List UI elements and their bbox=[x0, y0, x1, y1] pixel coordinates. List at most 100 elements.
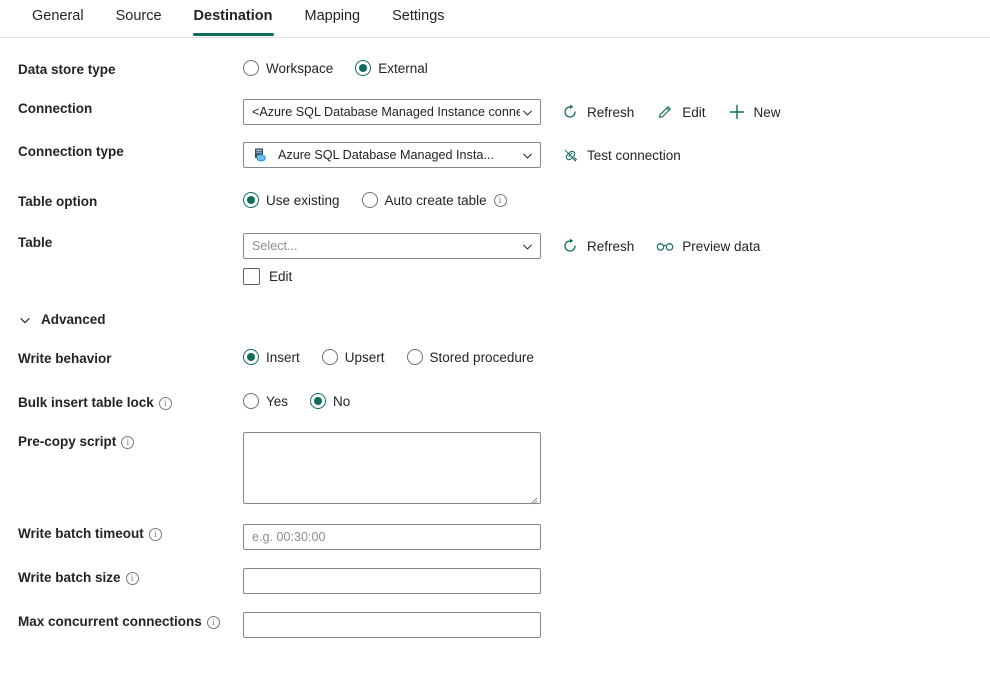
write-batch-size-input[interactable] bbox=[243, 568, 541, 594]
row-pre-copy-script: Pre-copy script bbox=[0, 432, 990, 505]
table-controls: Select... Refresh Preview data Edit bbox=[243, 233, 780, 285]
info-icon[interactable] bbox=[206, 615, 220, 630]
advanced-section-toggle[interactable]: Advanced bbox=[0, 312, 990, 327]
tab-label: Destination bbox=[193, 8, 273, 24]
connection-type-dropdown[interactable]: SQL Azure SQL Database Managed Insta... bbox=[243, 142, 541, 168]
radio-label: External bbox=[378, 60, 428, 76]
row-write-batch-timeout: Write batch timeout e.g. 00:30:00 bbox=[0, 524, 990, 550]
tab-source[interactable]: Source bbox=[100, 0, 178, 36]
destination-settings-page: General Source Destination Mapping Setti… bbox=[0, 0, 990, 673]
row-bulk-insert-table-lock: Bulk insert table lock Yes No bbox=[0, 393, 990, 415]
connection-value: <Azure SQL Database Managed Instance con… bbox=[252, 105, 520, 119]
info-icon[interactable] bbox=[148, 527, 162, 542]
tab-mapping[interactable]: Mapping bbox=[289, 0, 377, 36]
radio-external[interactable]: External bbox=[355, 60, 428, 76]
refresh-icon bbox=[561, 237, 579, 255]
tab-settings[interactable]: Settings bbox=[376, 0, 460, 36]
chevron-down-icon bbox=[520, 105, 534, 119]
advanced-label: Advanced bbox=[41, 312, 106, 327]
table-edit-checkbox-row[interactable]: Edit bbox=[243, 268, 780, 285]
refresh-icon bbox=[561, 103, 579, 121]
table-select-row: Select... Refresh Preview data bbox=[243, 233, 780, 259]
row-data-store-type: Data store type Workspace External bbox=[0, 60, 990, 82]
table-dropdown[interactable]: Select... bbox=[243, 233, 541, 259]
preview-data-button[interactable]: Preview data bbox=[654, 234, 768, 258]
label-text: Bulk insert table lock bbox=[18, 395, 154, 410]
radio-dot bbox=[355, 60, 372, 76]
row-connection: Connection <Azure SQL Database Managed I… bbox=[0, 99, 990, 125]
max-concurrent-connections-input[interactable] bbox=[243, 612, 541, 638]
bulk-insert-table-lock-label: Bulk insert table lock bbox=[0, 393, 243, 413]
chevron-down-icon bbox=[18, 313, 32, 327]
radio-workspace[interactable]: Workspace bbox=[243, 60, 333, 76]
binoculars-icon bbox=[656, 237, 674, 255]
connection-dropdown[interactable]: <Azure SQL Database Managed Instance con… bbox=[243, 99, 541, 125]
test-connection-button[interactable]: Test connection bbox=[559, 143, 689, 167]
write-batch-size-label: Write batch size bbox=[0, 568, 243, 588]
radio-label: Stored procedure bbox=[429, 349, 534, 365]
table-actions: Refresh Preview data bbox=[559, 234, 780, 258]
radio-yes[interactable]: Yes bbox=[243, 393, 288, 409]
radio-auto-create-table[interactable]: Auto create table bbox=[361, 192, 507, 208]
radio-dot bbox=[310, 393, 327, 409]
refresh-table-button[interactable]: Refresh bbox=[559, 234, 642, 258]
command-label: Test connection bbox=[587, 147, 681, 163]
destination-form: Data store type Workspace External Conne… bbox=[0, 38, 990, 638]
radio-label: Use existing bbox=[266, 192, 340, 208]
chevron-down-icon bbox=[520, 239, 534, 253]
info-icon[interactable] bbox=[493, 193, 507, 208]
connection-controls: <Azure SQL Database Managed Instance con… bbox=[243, 99, 801, 125]
write-batch-timeout-input[interactable]: e.g. 00:30:00 bbox=[243, 524, 541, 550]
azure-sql-database-icon: SQL bbox=[252, 147, 270, 163]
radio-stored-procedure[interactable]: Stored procedure bbox=[406, 349, 534, 365]
label-text: Connection type bbox=[18, 144, 124, 159]
pencil-icon bbox=[656, 103, 674, 121]
row-table: Table Select... Refresh Preview data Edi… bbox=[0, 233, 990, 285]
resize-grip-icon[interactable] bbox=[528, 492, 538, 505]
data-store-type-radio-group: Workspace External bbox=[243, 60, 450, 76]
info-icon[interactable] bbox=[121, 435, 135, 450]
radio-dot bbox=[406, 349, 423, 365]
label-text: Max concurrent connections bbox=[18, 614, 202, 629]
connection-type-value: Azure SQL Database Managed Insta... bbox=[278, 148, 494, 162]
label-text: Write batch timeout bbox=[18, 526, 144, 541]
max-concurrent-connections-controls bbox=[243, 612, 541, 638]
radio-use-existing[interactable]: Use existing bbox=[243, 192, 340, 208]
label-text: Pre-copy script bbox=[18, 434, 117, 449]
tab-destination[interactable]: Destination bbox=[178, 0, 289, 36]
write-behavior-radio-group: Insert Upsert Stored procedure bbox=[243, 349, 556, 365]
radio-no[interactable]: No bbox=[310, 393, 350, 409]
connection-type-actions: Test connection bbox=[559, 143, 701, 167]
radio-label: Upsert bbox=[344, 349, 385, 365]
refresh-connection-button[interactable]: Refresh bbox=[559, 100, 642, 124]
new-connection-button[interactable]: New bbox=[726, 100, 789, 124]
label-text: Data store type bbox=[18, 62, 116, 77]
radio-upsert[interactable]: Upsert bbox=[321, 349, 385, 365]
radio-dot bbox=[243, 393, 259, 409]
info-icon[interactable] bbox=[125, 571, 139, 586]
checkbox-edit[interactable] bbox=[243, 268, 260, 285]
chevron-down-icon bbox=[520, 148, 534, 162]
tab-label: Mapping bbox=[304, 8, 361, 24]
label-text: Write behavior bbox=[18, 351, 112, 366]
command-label: Edit bbox=[682, 104, 706, 120]
radio-label: No bbox=[333, 393, 351, 409]
radio-dot bbox=[243, 349, 259, 365]
connection-type-controls: SQL Azure SQL Database Managed Insta... bbox=[243, 142, 701, 168]
info-icon[interactable] bbox=[158, 396, 172, 411]
table-option-label: Table option bbox=[0, 192, 243, 212]
pre-copy-script-controls bbox=[243, 432, 541, 505]
command-label: Refresh bbox=[587, 104, 635, 120]
pre-copy-script-textarea[interactable] bbox=[243, 432, 541, 505]
radio-dot bbox=[321, 349, 338, 365]
tab-label: Source bbox=[115, 8, 162, 24]
write-batch-timeout-label: Write batch timeout bbox=[0, 524, 243, 544]
tab-label: General bbox=[32, 8, 84, 24]
data-store-type-label: Data store type bbox=[0, 60, 243, 80]
radio-insert[interactable]: Insert bbox=[243, 349, 300, 365]
radio-label: Insert bbox=[266, 349, 300, 365]
tab-general[interactable]: General bbox=[16, 0, 100, 36]
edit-connection-button[interactable]: Edit bbox=[654, 100, 713, 124]
table-placeholder: Select... bbox=[252, 239, 298, 253]
connection-type-label: Connection type bbox=[0, 142, 243, 162]
